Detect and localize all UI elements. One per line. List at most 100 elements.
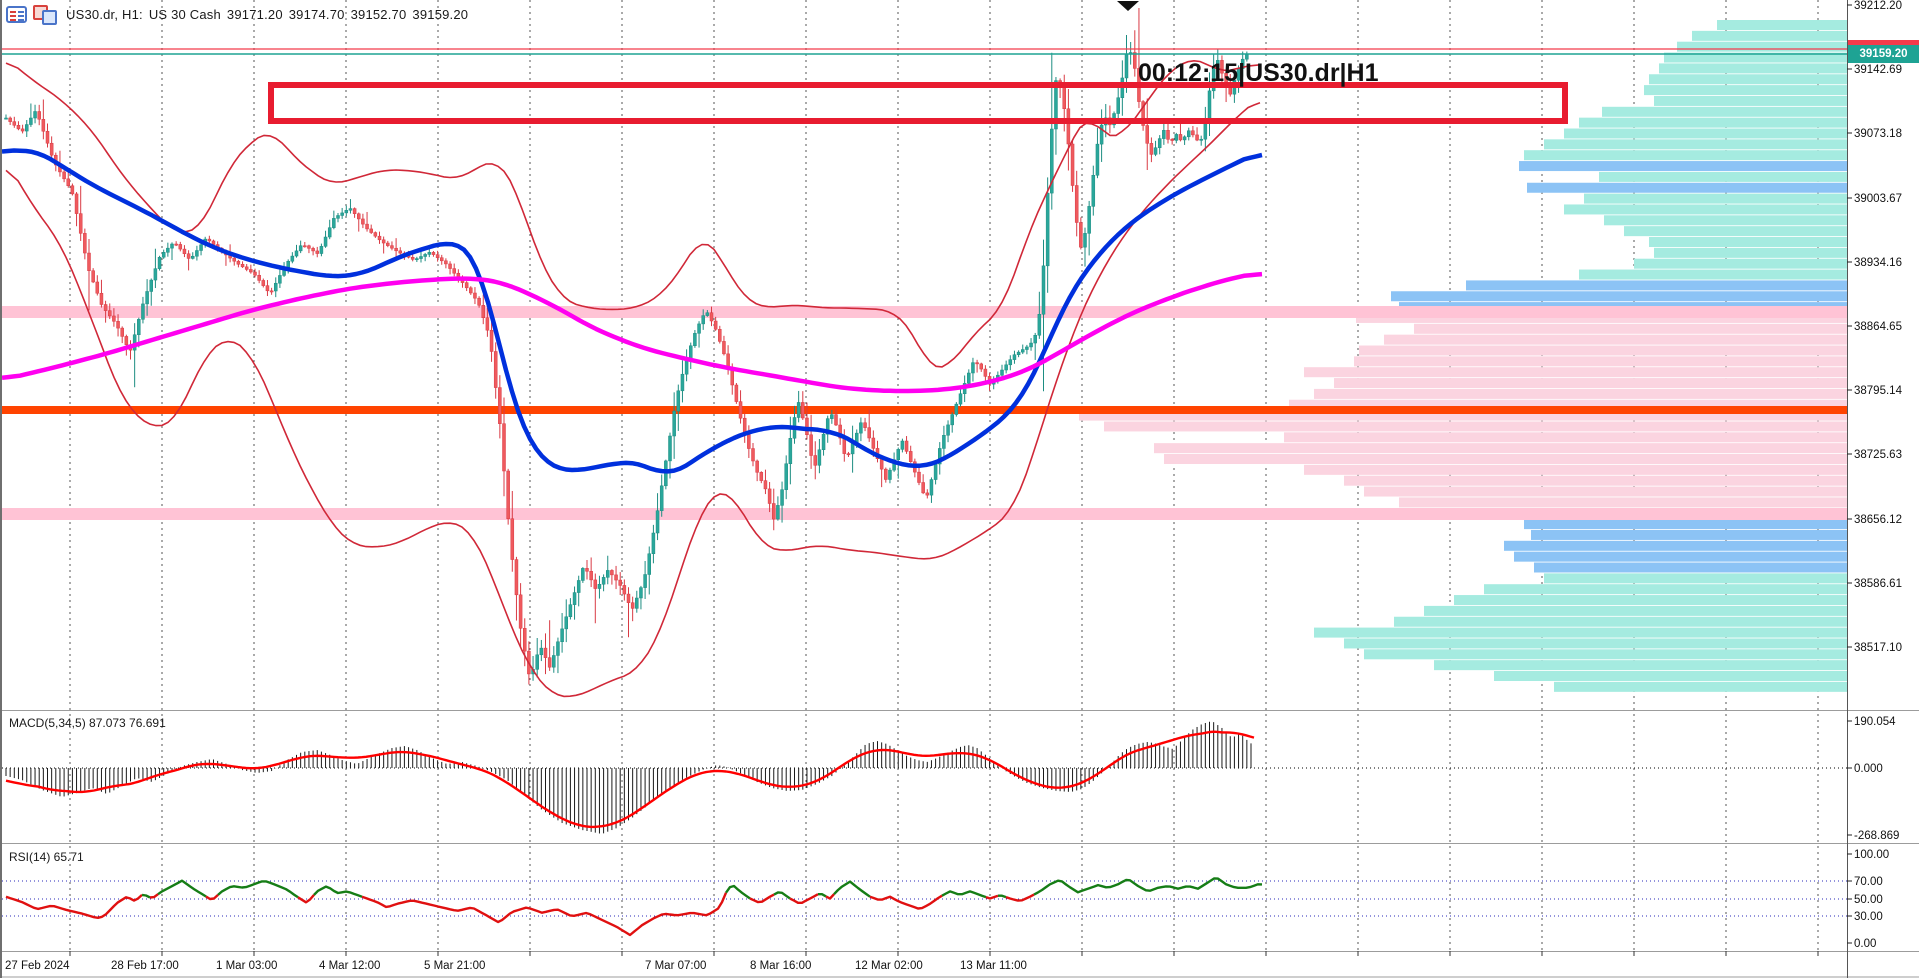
volume-profile-row [1364,487,1847,497]
volume-profile-row [1527,183,1847,193]
volume-profile-row [1654,248,1847,258]
ohlc-high: 39174.70 [289,7,345,22]
macd-indicator-label: MACD(5,34,5) 87.073 76.691 [9,716,166,730]
volume-profile-row [1564,129,1847,139]
volume-profile-row [1649,237,1847,247]
volume-profile-row [1154,443,1847,453]
volume-profile-row [1564,204,1847,214]
volume-profile-row [1399,497,1847,507]
volume-profile-row [1649,74,1847,84]
volume-profile-row [1454,595,1847,605]
price-axis-label: 39003.67 [1854,193,1902,205]
volume-profile-row [1554,682,1847,692]
volume-profile-row [1414,324,1847,334]
volume-profile-row [1544,573,1847,583]
volume-profile-row [1359,346,1847,356]
symbol-description: US 30 Cash [149,7,221,22]
volume-profile-row [1424,606,1847,616]
volume-profile-row [1104,421,1847,431]
volume-profile-row [1599,172,1847,182]
indicator-scale-label: 0.00 [1854,938,1876,950]
orange-support-line[interactable] [2,406,1847,414]
volume-profile-row [1534,563,1847,573]
price-axis-label: 38864.65 [1854,321,1902,333]
price-axis-label: 38656.12 [1854,514,1902,526]
chart-header: US30.dr, H1: US 30 Cash 39171.20 39174.70 39… [6,3,474,25]
time-axis-label: 1 Mar 03:00 [216,960,277,972]
volume-profile-row [1644,85,1847,95]
volume-profile-row [1344,476,1847,486]
volume-profile-row [1654,96,1847,106]
price-axis-label: 38725.63 [1854,449,1902,461]
indicator-scale-label: 100.00 [1854,849,1889,861]
volume-profile-row [1519,161,1847,171]
symbol-ohlc-line: US30.dr, H1: US 30 Cash 39171.20 39174.70 39… [66,7,474,22]
price-axis-label: 38517.10 [1854,642,1902,654]
volume-profile-row [1659,63,1847,73]
volume-profile-row [1524,150,1847,160]
price-axis-label: 38795.14 [1854,385,1903,397]
volume-profile-row [1634,259,1847,269]
time-axis-label: 8 Mar 16:00 [750,960,811,972]
volume-profile-row [1334,378,1847,388]
indicator-scale-label: 70.00 [1854,876,1883,888]
cascade-windows-icon[interactable] [33,5,56,23]
volume-profile-row [1524,519,1847,529]
volume-profile-row [1579,118,1847,128]
volume-profile-row [1434,660,1847,670]
trading-chart-window: 39212.2039142.6939073.1839003.6738934.16… [0,0,1919,978]
volume-profile-row [1391,291,1847,301]
pink-band-lower [2,508,1847,520]
chart-canvas[interactable]: 39212.2039142.6939073.1839003.6738934.16… [2,0,1919,978]
price-axis-label: 38586.61 [1854,578,1902,590]
volume-profile-row [1484,584,1847,594]
indicator-scale-label: -268.869 [1854,830,1899,842]
time-axis-label: 27 Feb 2024 [5,960,70,972]
time-axis-label: 12 Mar 02:00 [855,960,923,972]
volume-profile-row [1394,617,1847,627]
price-axis-label: 39212.20 [1854,0,1902,12]
symbol-timeframe: US30.dr, H1: [66,7,143,22]
volume-profile-row [1354,356,1847,366]
indicator-scale-label: 190.054 [1854,716,1896,728]
volume-profile-row [1579,270,1847,280]
time-axis-label: 7 Mar 07:00 [645,960,706,972]
volume-profile-row [1304,367,1847,377]
price-axis-label: 38934.16 [1854,257,1902,269]
pink-band-upper [2,306,1847,318]
volume-profile-row [1514,552,1847,562]
volume-profile-row [1384,335,1847,345]
volume-profile-row [1544,139,1847,149]
timer-callout-label[interactable]: 00:12:15|US30.dr|H1 [1138,59,1379,88]
volume-profile-row [1624,226,1847,236]
indicator-scale-label: 0.000 [1854,763,1883,775]
volume-profile-row [1314,628,1847,638]
volume-profile-row [1466,280,1847,290]
charts-list-icon[interactable] [6,6,27,23]
volume-profile-row [1284,432,1847,442]
volume-profile-row [1531,530,1847,540]
time-axis-label: 5 Mar 21:00 [424,960,485,972]
volume-profile-row [1677,42,1847,52]
rsi-indicator-label: RSI(14) 65.71 [9,850,84,864]
volume-profile-row [1494,671,1847,681]
volume-profile-row [1604,215,1847,225]
ohlc-low: 39152.70 [351,7,407,22]
price-axis-label: 39073.18 [1854,128,1902,140]
volume-profile-row [1364,649,1847,659]
indicator-scale-label: 30.00 [1854,911,1883,923]
indicator-scale-label: 50.00 [1854,894,1883,906]
current-price-badge: 39159.20 [1848,45,1919,63]
volume-profile-row [1584,194,1847,204]
ohlc-close: 39159.20 [412,7,468,22]
ohlc-open: 39171.20 [227,7,283,22]
volume-profile-row [1304,465,1847,475]
time-axis-label: 4 Mar 12:00 [319,960,380,972]
time-axis-label: 28 Feb 17:00 [111,960,179,972]
volume-profile-row [1314,389,1847,399]
volume-profile-row [1504,541,1847,551]
volume-profile-row [1717,20,1847,30]
volume-profile-row [1602,107,1847,117]
time-axis-label: 13 Mar 11:00 [960,960,1027,972]
volume-profile-row [1344,638,1847,648]
